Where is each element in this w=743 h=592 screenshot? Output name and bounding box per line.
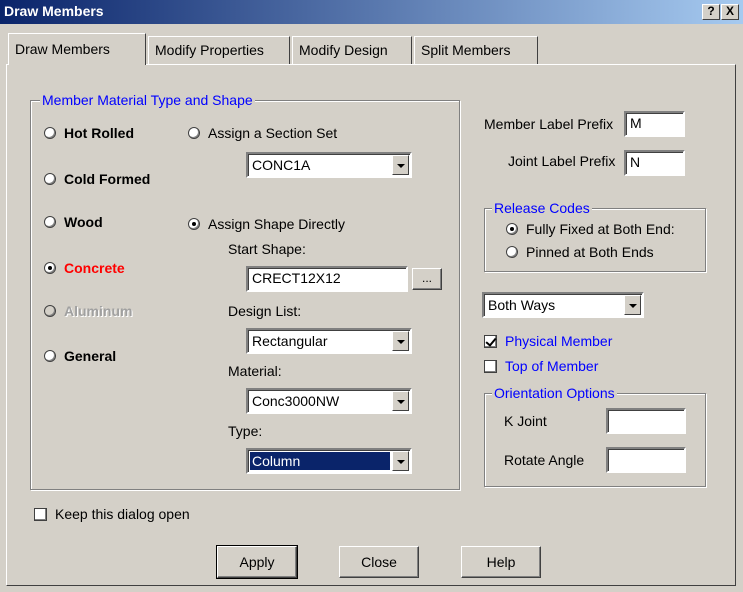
radio-wood[interactable]: Wood [44,214,103,230]
release-codes-legend: Release Codes [492,200,592,216]
radio-assign-section-set[interactable]: Assign a Section Set [188,125,337,141]
combo-value: Both Ways [488,297,556,313]
radio-indicator [44,305,56,317]
tab-modify-properties[interactable]: Modify Properties [148,36,290,64]
chevron-down-icon[interactable] [624,295,641,315]
radio-indicator [188,127,200,139]
direction-combo[interactable]: Both Ways [482,292,644,318]
chevron-down-icon[interactable] [392,391,409,411]
tab-draw-members[interactable]: Draw Members [8,33,146,65]
combo-value: CONC1A [252,157,311,173]
k-joint-input[interactable] [606,408,686,434]
keep-dialog-open-checkbox[interactable]: Keep this dialog open [34,506,190,522]
radio-label: General [64,348,117,364]
chevron-down-icon[interactable] [392,451,409,471]
radio-label: Wood [64,214,103,230]
radio-label: Aluminum [64,303,133,319]
radio-indicator [44,216,56,228]
radio-indicator [44,127,56,139]
apply-button[interactable]: Apply [216,545,298,579]
radio-label: Pinned at Both Ends [526,244,654,260]
radio-concrete[interactable]: Concrete [44,260,125,276]
combo-value: Conc3000NW [252,393,340,409]
radio-indicator [44,350,56,362]
tab-split-members[interactable]: Split Members [414,36,538,64]
close-title-button[interactable]: X [721,4,739,20]
design-list-combo[interactable]: Rectangular [246,328,412,354]
checkbox-indicator [484,334,497,348]
chevron-down-icon[interactable] [392,155,409,175]
material-label: Material: [228,363,282,379]
radio-assign-shape-directly[interactable]: Assign Shape Directly [188,216,345,232]
design-list-label: Design List: [228,303,302,319]
combo-value: Column [250,452,390,470]
radio-indicator [44,262,56,274]
joint-label-prefix-input[interactable]: N [624,150,685,176]
radio-label: Assign Shape Directly [208,216,345,232]
checkbox-indicator [484,359,497,373]
radio-hot-rolled[interactable]: Hot Rolled [44,125,134,141]
browse-shape-button[interactable]: ... [412,268,442,290]
member-label-prefix-input[interactable]: M [624,111,685,137]
radio-label: Assign a Section Set [208,125,338,141]
window-title: Draw Members [4,3,104,19]
checkbox-label: Keep this dialog open [55,506,190,522]
start-shape-input[interactable]: CRECT12X12 [246,266,408,292]
checkbox-indicator [34,507,47,521]
top-of-member-checkbox[interactable]: Top of Member [484,358,598,374]
rotate-angle-input[interactable] [606,447,686,473]
type-label: Type: [228,423,263,439]
type-combo[interactable]: Column [246,448,412,474]
start-shape-label: Start Shape: [228,241,306,257]
radio-label: Hot Rolled [64,125,134,141]
radio-label: Fully Fixed at Both End: [526,221,675,237]
radio-indicator [506,246,518,258]
radio-label: Cold Formed [64,171,151,187]
checkbox-label: Top of Member [505,358,599,374]
release-codes-group [484,208,706,272]
orientation-legend: Orientation Options [492,385,617,401]
tab-modify-design[interactable]: Modify Design [292,36,412,64]
radio-aluminum: Aluminum [44,303,132,319]
member-label-prefix-label: Member Label Prefix [484,116,614,132]
radio-general[interactable]: General [44,348,116,364]
section-set-combo[interactable]: CONC1A [246,152,412,178]
radio-cold-formed[interactable]: Cold Formed [44,171,150,187]
help-title-button[interactable]: ? [702,4,720,20]
radio-indicator [44,173,56,185]
physical-member-checkbox[interactable]: Physical Member [484,333,612,349]
help-button[interactable]: Help [461,546,541,578]
radio-fully-fixed[interactable]: Fully Fixed at Both End: [506,221,675,237]
material-combo[interactable]: Conc3000NW [246,388,412,414]
radio-label: Concrete [64,260,125,276]
checkbox-label: Physical Member [505,333,613,349]
radio-pinned[interactable]: Pinned at Both Ends [506,244,654,260]
k-joint-label: K Joint [504,413,547,429]
rotate-angle-label: Rotate Angle [504,452,585,468]
material-group-legend: Member Material Type and Shape [40,92,255,108]
radio-indicator [506,223,518,235]
joint-label-prefix-label: Joint Label Prefix [508,153,616,169]
title-bar: Draw Members ? X [0,0,743,24]
close-button[interactable]: Close [339,546,419,578]
combo-value: Rectangular [252,333,328,349]
chevron-down-icon[interactable] [392,331,409,351]
radio-indicator [188,218,200,230]
